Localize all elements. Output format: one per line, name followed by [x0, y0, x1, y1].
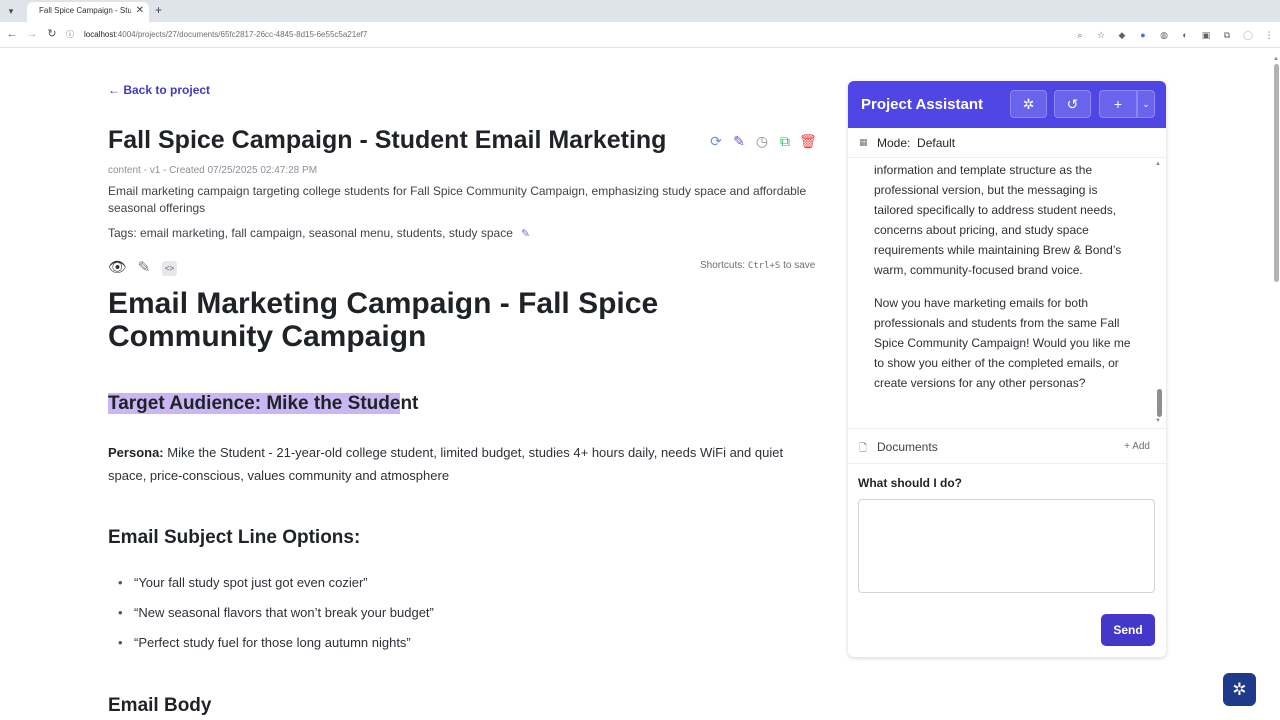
mode-label: Mode: Default — [877, 136, 956, 150]
bookmark-star-icon[interactable]: ☆ — [1096, 30, 1106, 40]
persona-text: Mike the Student - 21-year-old college s… — [108, 445, 784, 483]
bug-icon: ✲ — [1022, 96, 1035, 112]
mode-selector[interactable]: ▦ Mode: Default — [848, 128, 1166, 158]
text-selection: Target Audience: Mike the Stude — [108, 393, 401, 414]
back-arrow-icon[interactable]: ← — [5, 27, 19, 41]
chat-scroll-thumb[interactable] — [1157, 389, 1162, 417]
assistant-header: Project Assistant ✲ ↺ + ⌄ — [848, 81, 1166, 128]
debug-bug-button[interactable]: ✲ — [1010, 90, 1047, 118]
persona-paragraph: Persona: Mike the Student - 21-year-old … — [108, 441, 808, 487]
heading-remainder: nt — [400, 393, 419, 414]
browser-toolbar: ← → ↻ ⓘ localhost:4004/projects/27/docume… — [0, 22, 1280, 48]
prompt-label: What should I do? — [858, 476, 962, 490]
chat-messages: information and template structure as th… — [874, 160, 1136, 406]
assistant-message: information and template structure as th… — [874, 163, 1122, 277]
history-clock-icon[interactable]: ◷ — [753, 132, 771, 150]
persona-label: Persona: — [108, 445, 164, 460]
arrow-left-icon: ← — [108, 83, 120, 97]
email-body-heading: Email Body — [108, 695, 212, 716]
toolbar-icons: ⌕ ☆ ◆ ● ◍ ◐ ▣ ⧉ ◯ ⋮ — [1075, 27, 1274, 43]
scroll-up-icon[interactable]: ▲ — [1273, 56, 1279, 62]
add-document-button[interactable]: + Add — [1124, 441, 1150, 452]
history-button[interactable]: ↺ — [1054, 90, 1091, 118]
close-tab-icon[interactable]: ✕ — [136, 5, 144, 16]
mode-value: Default — [917, 136, 956, 150]
plus-icon: + — [1113, 96, 1123, 112]
extension-icon[interactable]: ● — [1138, 30, 1148, 40]
documents-section: 🗋 Documents + Add — [848, 428, 1166, 464]
edit-pencil-icon[interactable]: ✎ — [730, 132, 748, 150]
extension-icon[interactable]: ◍ — [1159, 30, 1169, 40]
browser-tabbar: ▾ Fall Spice Campaign - Stude ✕ + — [0, 0, 1280, 22]
document-icon: 🗋 — [859, 443, 868, 454]
assistant-title: Project Assistant — [861, 96, 983, 113]
new-tab-icon[interactable]: + — [155, 3, 162, 17]
browser-menu-icon[interactable]: ⋮ — [1264, 30, 1274, 40]
edit-tags-pencil-icon[interactable]: ✎ — [521, 228, 530, 240]
target-audience-heading: Target Audience: Mike the Student — [108, 393, 418, 415]
document-title: Fall Spice Campaign - Student Email Mark… — [108, 126, 667, 154]
bug-report-button[interactable]: ✲ — [1223, 673, 1256, 706]
forward-arrow-icon[interactable]: → — [25, 27, 39, 41]
extension-icon[interactable]: ◆ — [1117, 30, 1127, 40]
list-item: “New seasonal flavors that won’t break y… — [108, 602, 808, 632]
subject-lines-list: “Your fall study spot just got even cozi… — [108, 572, 808, 662]
mode-icon: ▦ — [859, 137, 868, 147]
documents-label: Documents — [877, 440, 938, 454]
bug-icon: ✲ — [1232, 680, 1247, 699]
zoom-icon[interactable]: ⌕ — [1075, 30, 1085, 40]
extension-icon[interactable]: ▣ — [1201, 30, 1211, 40]
edit-mode-pencil-icon[interactable]: ✎ — [135, 259, 153, 277]
document-actions: ⟳ ✎ ◷ ⧉ 🗑 — [707, 132, 817, 150]
scroll-down-icon[interactable]: ▼ — [1155, 418, 1161, 424]
scroll-up-icon[interactable]: ▲ — [1155, 161, 1161, 167]
plus-icon: + — [1124, 441, 1130, 452]
url-host: localhost — [84, 30, 116, 39]
subject-lines-heading: Email Subject Line Options: — [108, 527, 361, 548]
extension-icon[interactable]: ◐ — [1180, 30, 1190, 40]
delete-trash-icon[interactable]: 🗑 — [799, 132, 817, 150]
extensions-puzzle-icon[interactable]: ⧉ — [1222, 30, 1232, 40]
send-button[interactable]: Send — [1101, 614, 1155, 646]
new-chat-dropdown[interactable]: ⌄ — [1137, 90, 1155, 118]
add-label: Add — [1132, 441, 1150, 452]
shortcut-suffix: to save — [783, 260, 816, 271]
tags-text: Tags: email marketing, fall campaign, se… — [108, 226, 513, 240]
document-description: Email marketing campaign targeting colle… — [108, 184, 807, 215]
tab-search-chevron-icon[interactable]: ▾ — [4, 4, 18, 18]
document-tags: Tags: email marketing, fall campaign, se… — [108, 226, 530, 240]
document-meta: content - v1 - Created 07/25/2025 02:47:… — [108, 165, 318, 176]
page-scrollbar[interactable]: ▲ — [1272, 56, 1280, 720]
chat-scrollbar[interactable]: ▲ ▼ — [1155, 161, 1163, 424]
copy-icon[interactable]: ⧉ — [776, 132, 794, 150]
regenerate-icon[interactable]: ⟳ — [707, 132, 725, 150]
assistant-panel: Project Assistant ✲ ↺ + ⌄ ▦ Mode: Defaul… — [848, 81, 1166, 657]
address-bar[interactable]: ⓘ localhost:4004/projects/27/documents/65… — [66, 27, 1066, 43]
shortcut-prefix: Shortcuts: — [700, 260, 746, 271]
assistant-message: Now you have marketing emails for both p… — [874, 296, 1131, 390]
view-mode-toggle: 👁 ✎ <> — [108, 259, 177, 277]
shortcut-key: Ctrl+S — [747, 261, 781, 271]
prompt-input[interactable] — [858, 499, 1155, 593]
new-chat-button[interactable]: + — [1099, 90, 1137, 118]
chevron-down-icon: ⌄ — [1142, 99, 1150, 109]
profile-icon[interactable]: ◯ — [1243, 30, 1253, 40]
tab-title: Fall Spice Campaign - Stude — [39, 6, 131, 15]
back-to-project-link[interactable]: ← Back to project — [108, 83, 210, 97]
shortcut-hint: Shortcuts: Ctrl+S to save — [700, 260, 815, 271]
history-icon: ↺ — [1066, 96, 1079, 112]
list-item: “Perfect study fuel for those long autum… — [108, 632, 808, 662]
list-item: “Your fall study spot just got even cozi… — [108, 572, 808, 602]
url-path: :4004/projects/27/documents/65fc2817-26c… — [115, 30, 368, 39]
content-heading: Email Marketing Campaign - Fall Spice Co… — [108, 287, 659, 353]
browser-tab[interactable]: Fall Spice Campaign - Stude ✕ — [27, 2, 149, 22]
reload-icon[interactable]: ↻ — [45, 27, 59, 41]
page-scroll-thumb[interactable] — [1274, 64, 1279, 282]
source-code-icon[interactable]: <> — [162, 260, 177, 276]
site-info-icon[interactable]: ⓘ — [66, 27, 76, 43]
preview-eye-icon[interactable]: 👁 — [108, 259, 127, 277]
back-link-label: Back to project — [123, 83, 211, 97]
